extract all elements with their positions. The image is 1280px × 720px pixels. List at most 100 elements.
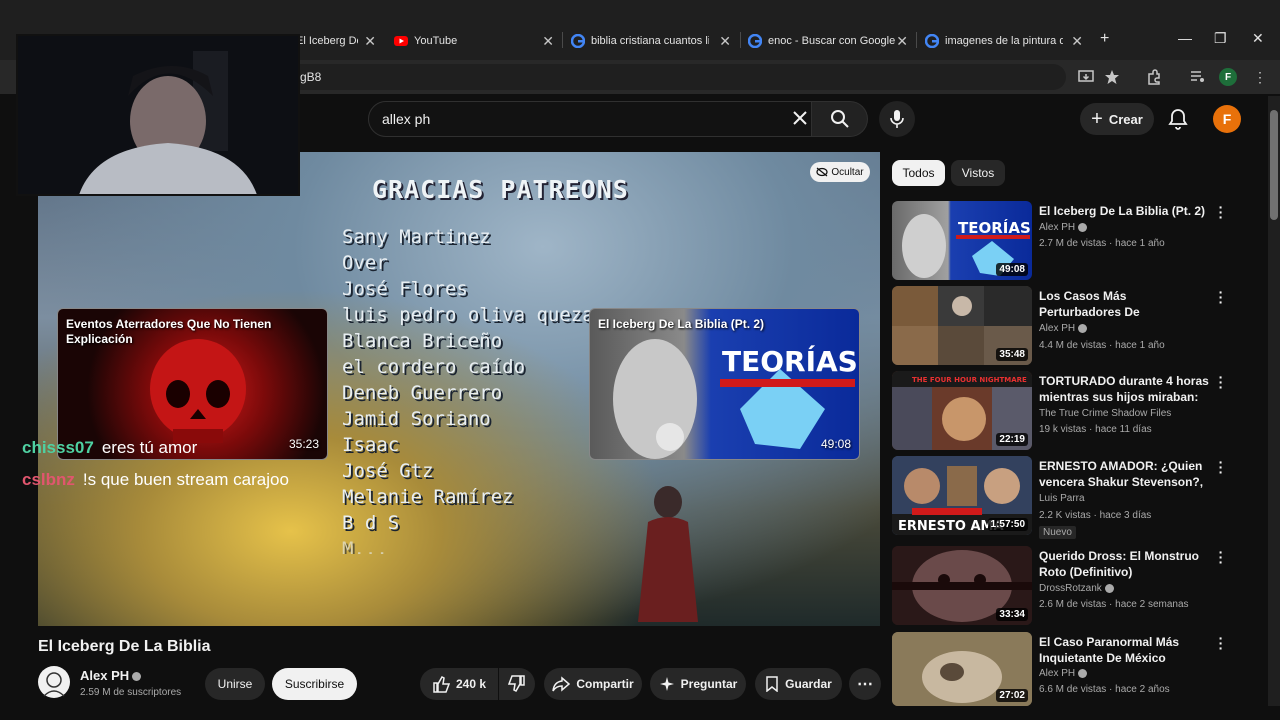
eye-off-icon: [816, 167, 828, 177]
subscribe-button[interactable]: Suscribirse: [272, 668, 357, 700]
close-icon[interactable]: ✕: [1071, 33, 1083, 50]
like-button[interactable]: 240 k: [420, 668, 498, 700]
sparkle-icon: [659, 677, 674, 691]
video-duration: 49:08: [996, 263, 1028, 276]
ask-label: Preguntar: [680, 677, 738, 691]
more-vert-icon[interactable]: · · ·: [1216, 545, 1226, 569]
extensions-icon[interactable]: [1144, 67, 1164, 87]
video-meta: 4.4 M de vistas · hace 1 año: [1039, 340, 1165, 351]
tab-google-2[interactable]: enoc - Buscar con Google ✕: [748, 28, 908, 54]
close-icon[interactable]: ✕: [364, 33, 376, 50]
recommended-video[interactable]: THE FOUR HOUR NIGHTMARE 22:19 TORTURADO …: [892, 370, 1260, 451]
clear-search-icon[interactable]: [792, 110, 808, 131]
new-tab-button[interactable]: +: [1100, 30, 1109, 48]
ask-button[interactable]: Preguntar: [650, 668, 746, 700]
like-count: 240 k: [455, 677, 487, 691]
endcard-video[interactable]: TEORÍAS El Iceberg De La Biblia (Pt. 2) …: [589, 308, 860, 460]
verified-badge-icon: [1104, 583, 1114, 593]
search-box[interactable]: [368, 101, 812, 137]
credits-title: GRACIAS PATREONS: [372, 175, 629, 204]
svg-text:TEORÍAS: TEORÍAS: [958, 218, 1031, 237]
screen: El Iceberg De La Biblia - Yo ✕ YouTube ✕…: [0, 0, 1280, 720]
create-button[interactable]: + Crear: [1080, 103, 1154, 135]
account-avatar[interactable]: F: [1213, 105, 1241, 133]
new-badge: Nuevo: [1039, 526, 1076, 539]
video-thumbnail: ERNESTO AMA 1:57:50: [892, 456, 1032, 535]
subscriber-count: 2.59 M de suscriptores: [80, 687, 182, 698]
recommended-video[interactable]: 27:02 El Caso Paranormal Más Inquietante…: [892, 632, 1260, 706]
credit-name: Sany Martinez: [342, 226, 491, 248]
video-title: El Iceberg De La Biblia (Pt. 2): [1039, 204, 1206, 218]
install-app-icon[interactable]: [1076, 67, 1096, 87]
join-label: Unirse: [217, 677, 253, 691]
join-button[interactable]: Unirse: [205, 668, 265, 700]
more-vert-icon[interactable]: · · ·: [1216, 370, 1226, 394]
skull-thumbnail: [150, 339, 246, 443]
share-icon: [552, 676, 571, 692]
close-icon[interactable]: ✕: [896, 33, 908, 50]
close-icon[interactable]: ✕: [542, 33, 554, 50]
credit-name: luis pedro oliva quezad: [342, 304, 590, 326]
recommended-video[interactable]: TEORÍAS 49:08 El Iceberg De La Biblia (P…: [892, 200, 1260, 281]
notifications-bell-icon[interactable]: [1166, 107, 1190, 131]
hide-endcards-button[interactable]: Ocultar: [810, 162, 870, 182]
save-button[interactable]: Guardar: [755, 668, 842, 700]
google-icon: [571, 34, 585, 48]
window-close-icon[interactable]: ✕: [1252, 30, 1264, 47]
tab-google-1[interactable]: biblia cristiana cuantos libro ✕: [571, 28, 731, 54]
search-icon: [830, 110, 849, 128]
media-control-icon[interactable]: [1188, 67, 1208, 87]
channel-name: Alex PH: [1039, 222, 1088, 233]
more-vert-icon[interactable]: · · ·: [1216, 285, 1226, 309]
dislike-button[interactable]: [499, 668, 535, 700]
voice-search-button[interactable]: [879, 101, 915, 137]
webcam-overlay: [16, 34, 300, 196]
channel-name-text: DrossRotzank: [1039, 583, 1102, 594]
channel-avatar[interactable]: [38, 666, 70, 698]
credit-name: Isaac: [342, 434, 400, 456]
channel-name: The True Crime Shadow Files: [1039, 408, 1171, 419]
tab-title: El Iceberg De La Biblia - Yo: [296, 35, 358, 47]
more-actions-icon[interactable]: ⋯: [849, 668, 881, 700]
channel-name-text: Alex PH: [80, 668, 130, 683]
more-menu-icon[interactable]: ⋮: [1250, 67, 1270, 87]
tab-youtube[interactable]: YouTube ✕: [394, 28, 554, 54]
channel-name[interactable]: Alex PH: [80, 668, 142, 683]
recommended-video[interactable]: 33:34 Querido Dross: El Monstruo Roto (D…: [892, 545, 1260, 626]
share-button[interactable]: Compartir: [544, 668, 642, 700]
tab-active[interactable]: El Iceberg De La Biblia - Yo ✕: [296, 28, 376, 54]
close-icon[interactable]: ✕: [719, 33, 731, 50]
profile-avatar[interactable]: F: [1219, 68, 1237, 86]
restore-icon[interactable]: ❐: [1214, 30, 1227, 47]
channel-name-text: Alex PH: [1039, 222, 1076, 233]
channel-name: Alex PH: [1039, 668, 1088, 679]
more-vert-icon[interactable]: · · ·: [1216, 200, 1226, 224]
video-meta: 2.7 M de vistas · hace 1 año: [1039, 238, 1165, 249]
search-button[interactable]: [812, 101, 868, 137]
tab-title: biblia cristiana cuantos libro: [591, 35, 709, 47]
recommended-video[interactable]: ERNESTO AMA 1:57:50 ERNESTO AMADOR: ¿Qui…: [892, 455, 1260, 539]
google-icon: [748, 34, 762, 48]
scrollbar-thumb[interactable]: [1270, 110, 1278, 220]
verified-badge-icon: [1078, 222, 1088, 232]
endcard-title: El Iceberg De La Biblia (Pt. 2): [598, 317, 765, 331]
create-label: Crear: [1108, 111, 1143, 127]
recommended-video[interactable]: 35:48 Los Casos Más Perturbadores De Lat…: [892, 285, 1260, 366]
bookmark-star-icon[interactable]: [1102, 67, 1122, 87]
endcard-duration: 35:23: [288, 437, 319, 451]
minimize-icon[interactable]: —: [1178, 30, 1192, 46]
subscribe-label: Suscribirse: [284, 677, 345, 691]
search-input[interactable]: allex ph: [382, 111, 430, 127]
chip-watched[interactable]: Vistos: [951, 160, 1005, 186]
more-vert-icon[interactable]: · · ·: [1216, 632, 1226, 655]
video-thumbnail: 35:48: [892, 286, 1032, 365]
more-vert-icon[interactable]: · · ·: [1216, 455, 1226, 479]
thumbs-down-icon: [508, 675, 525, 692]
video-figure-silhouette: [638, 486, 698, 622]
address-bar[interactable]: gB8: [286, 64, 1066, 90]
video-duration: 22:19: [996, 433, 1028, 446]
chip-all[interactable]: Todos: [892, 160, 945, 186]
tab-title: enoc - Buscar con Google: [768, 35, 896, 47]
channel-name-text: Alex PH: [1039, 668, 1076, 679]
tab-google-3[interactable]: imagenes de la pintura de ✕: [925, 28, 1083, 54]
